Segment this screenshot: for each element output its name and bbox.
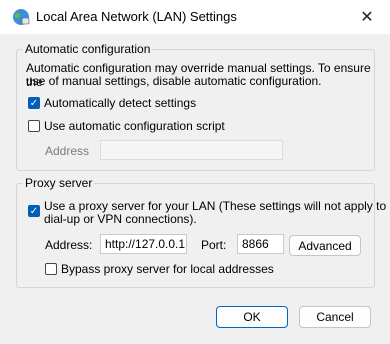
proxy-server-title: Proxy server — [23, 176, 95, 190]
ok-button-label: OK — [243, 310, 261, 324]
bypass-local-checkbox[interactable] — [45, 263, 57, 275]
ok-button[interactable]: OK — [216, 306, 288, 328]
checkmark-icon: ✓ — [29, 206, 39, 217]
advanced-button[interactable]: Advanced — [289, 235, 361, 256]
auto-detect-checkbox[interactable]: ✓ — [28, 97, 40, 109]
script-address-label: Address — [45, 144, 90, 158]
use-proxy-checkbox[interactable]: ✓ — [28, 205, 40, 217]
auto-config-script-label[interactable]: Use automatic configuration script — [44, 119, 225, 133]
proxy-address-label: Address: — [45, 238, 93, 252]
cancel-button[interactable]: Cancel — [299, 306, 371, 328]
checkmark-icon: ✓ — [29, 98, 39, 109]
close-icon: ✕ — [360, 9, 374, 26]
close-button[interactable]: ✕ — [344, 0, 390, 34]
use-proxy-label-line1[interactable]: Use a proxy server for your LAN (These s… — [44, 199, 386, 213]
advanced-button-label: Advanced — [298, 238, 352, 253]
cancel-button-label: Cancel — [316, 310, 354, 324]
proxy-port-label: Port: — [201, 238, 227, 252]
use-proxy-label-line2[interactable]: dial-up or VPN connections). — [44, 212, 197, 226]
auto-config-script-checkbox[interactable] — [28, 120, 40, 132]
script-address-input — [100, 140, 283, 160]
proxy-address-input[interactable]: http://127.0.0.1 — [100, 234, 187, 254]
title-bar: Local Area Network (LAN) Settings ✕ — [0, 0, 390, 34]
automatic-configuration-title: Automatic configuration — [23, 42, 153, 56]
globe-network-icon — [13, 9, 30, 25]
auto-detect-label[interactable]: Automatically detect settings — [44, 96, 196, 110]
window-title: Local Area Network (LAN) Settings — [36, 9, 237, 24]
auto-config-description-line2: use of manual settings, disable automati… — [26, 74, 322, 88]
proxy-port-input[interactable]: 8866 — [237, 234, 284, 254]
bypass-local-label[interactable]: Bypass proxy server for local addresses — [61, 262, 274, 276]
